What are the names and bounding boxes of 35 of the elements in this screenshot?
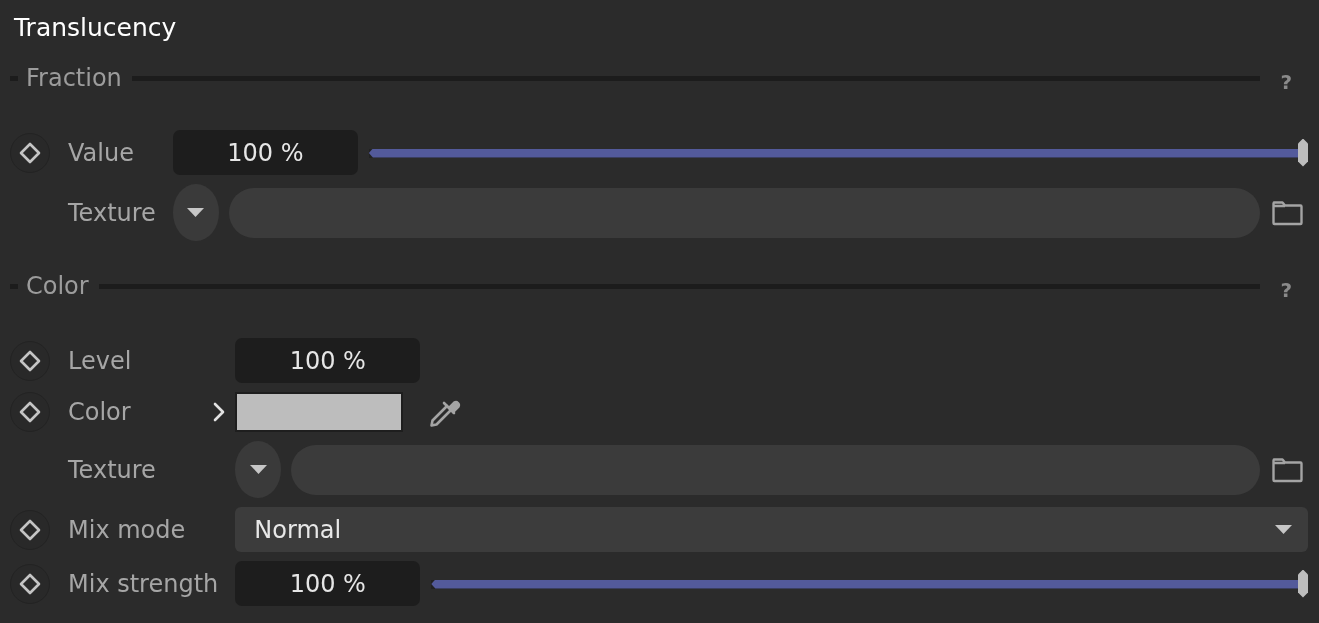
keyframe-button[interactable]: [10, 340, 50, 381]
slider-handle[interactable]: [1298, 569, 1308, 598]
slider-handle[interactable]: [1298, 138, 1308, 167]
field-label: Texture: [68, 454, 156, 485]
field-label: Mix strength: [68, 568, 219, 599]
field-label: Value: [68, 137, 134, 168]
color-swatch[interactable]: [235, 392, 404, 432]
field-label: Level: [68, 345, 132, 376]
mode-dropdown[interactable]: Normal: [235, 507, 1308, 552]
diamond-icon: [19, 401, 41, 423]
caret-icon: [187, 208, 205, 217]
field-label: Color: [68, 397, 131, 427]
diamond-icon: [19, 518, 41, 541]
group-heading: Fraction: [26, 63, 122, 94]
field-label: Texture: [68, 197, 156, 228]
diamond-icon: [19, 349, 41, 372]
diamond-icon: [19, 572, 41, 595]
panel-title: Translucency: [14, 13, 177, 43]
folder-icon[interactable]: [1272, 199, 1303, 226]
help-button[interactable]: ?: [1280, 63, 1292, 93]
group-heading: Color: [26, 271, 89, 302]
folder-icon[interactable]: [1272, 456, 1303, 483]
number-field[interactable]: 100 %: [235, 338, 421, 383]
number-field[interactable]: 100 %: [235, 561, 421, 606]
number-field[interactable]: 100 %: [172, 130, 358, 175]
keyframe-button[interactable]: [10, 132, 50, 173]
keyframe-button[interactable]: [10, 392, 50, 432]
keyframe-button[interactable]: [10, 563, 50, 604]
keyframe-button[interactable]: [10, 509, 50, 550]
field-label: Mix mode: [68, 514, 186, 545]
help-button[interactable]: ?: [1280, 271, 1292, 301]
caret-icon: [1275, 525, 1292, 534]
diamond-icon: [19, 141, 41, 164]
chevron-icon[interactable]: [213, 402, 226, 422]
caret-icon: [249, 465, 267, 474]
